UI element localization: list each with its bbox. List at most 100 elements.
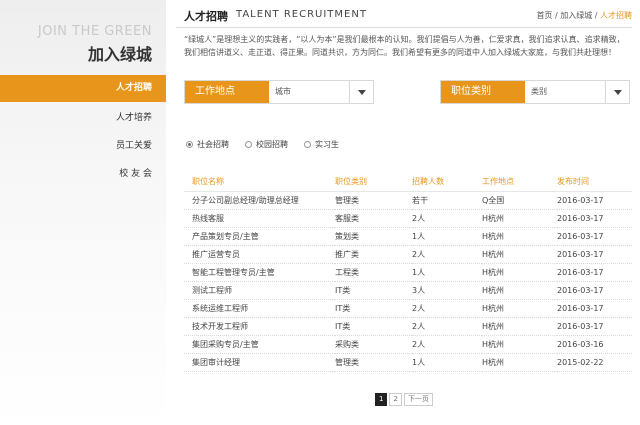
date-cell: 2016-03-17 [557, 299, 632, 318]
radio-label: 社会招聘 [197, 140, 229, 149]
job-category-cell: IT类 [335, 281, 412, 300]
location-cell: H杭州 [482, 227, 557, 246]
radio-intern[interactable]: 实习生 [304, 139, 339, 150]
brand-english: JOIN THE GREEN [37, 24, 152, 39]
table-row[interactable]: 智能工程管理专员/主管 工程类 1人 H杭州 2016-03-17 [184, 263, 632, 282]
sidebar-item-alumni[interactable]: 校 友 会 [0, 160, 166, 188]
job-category-cell: IT类 [335, 299, 412, 318]
radio-dot-checked[interactable] [186, 141, 193, 148]
job-title-cell[interactable]: 分子公司副总经理/助理总经理 [184, 191, 335, 210]
breadcrumb-current: 人才招聘 [600, 11, 632, 20]
date-cell: 2016-03-17 [557, 281, 632, 300]
job-title-cell[interactable]: 集团采购专员/主管 [184, 335, 335, 354]
location-dropdown-button[interactable] [349, 81, 373, 103]
date-cell: 2016-03-17 [557, 317, 632, 336]
job-category-cell: 推广类 [335, 245, 412, 264]
date-cell: 2016-03-16 [557, 335, 632, 354]
radio-campus[interactable]: 校园招聘 [245, 139, 288, 150]
job-title-cell[interactable]: 推广运营专员 [184, 245, 335, 264]
radio-label: 校园招聘 [256, 140, 288, 149]
category-dropdown-button[interactable] [605, 81, 629, 103]
job-title-cell[interactable]: 热线客服 [184, 209, 335, 228]
table-row[interactable]: 集团采购专员/主管 采购类 2人 H杭州 2016-03-16 [184, 335, 632, 354]
headcount-cell: 2人 [412, 299, 482, 318]
job-title-cell[interactable]: 产品策划专员/主管 [184, 227, 335, 246]
job-category-cell: 管理类 [335, 191, 412, 210]
page-header: 人才招聘 TALENT RECRUITMENT 首页 / 加入绿城 / 人才招聘 [184, 6, 632, 26]
job-title-cell[interactable]: 系统运维工程师 [184, 299, 335, 318]
location-filter[interactable]: 工作地点 城市 [184, 80, 374, 104]
sidebar: JOIN THE GREEN 加入绿城 人才招聘 人才培养 员工关爱 校 友 会 [0, 0, 166, 425]
intro-text: “绿城人”是理想主义的实践者，“以人为本”是我们最根本的认知。我们提倡与人为善，… [184, 35, 625, 57]
table-header-row: 职位名称 职位类别 招聘人数 工作地点 发布时间 [184, 172, 632, 192]
location-filter-label: 工作地点 [185, 81, 269, 103]
column-header: 招聘人数 [412, 172, 482, 192]
job-title-cell[interactable]: 集团审计经理 [184, 353, 335, 372]
radio-label: 实习生 [315, 140, 339, 149]
column-header: 发布时间 [557, 172, 632, 192]
headcount-cell: 2人 [412, 317, 482, 336]
date-cell: 2016-03-17 [557, 245, 632, 264]
radio-social[interactable]: 社会招聘 [186, 139, 229, 150]
job-title-cell[interactable]: 技术开发工程师 [184, 317, 335, 336]
location-cell: H杭州 [482, 353, 557, 372]
sidebar-item-employee-care[interactable]: 员工关爱 [0, 132, 166, 160]
job-category-cell: 管理类 [335, 353, 412, 372]
page-subtitle: TALENT RECRUITMENT [236, 9, 367, 20]
recruitment-type-radios: 社会招聘 校园招聘 实习生 [186, 139, 355, 150]
breadcrumb: 首页 / 加入绿城 / 人才招聘 [536, 11, 632, 20]
breadcrumb-join[interactable]: 加入绿城 [560, 11, 592, 20]
date-cell: 2015-02-22 [557, 353, 632, 372]
headcount-cell: 2人 [412, 209, 482, 228]
radio-dot[interactable] [304, 141, 311, 148]
headcount-cell: 若干 [412, 191, 482, 210]
category-filter[interactable]: 职位类别 类别 [440, 80, 630, 104]
job-category-cell: 采购类 [335, 335, 412, 354]
column-header: 职位名称 [184, 172, 335, 192]
location-cell: Q全国 [482, 191, 557, 210]
page-title: 人才招聘 [184, 10, 228, 23]
table-row[interactable]: 分子公司副总经理/助理总经理 管理类 若干 Q全国 2016-03-17 [184, 191, 632, 210]
job-title-cell[interactable]: 测试工程师 [184, 281, 335, 300]
chevron-down-icon [613, 89, 622, 95]
headcount-cell: 1人 [412, 353, 482, 372]
headcount-cell: 1人 [412, 263, 482, 282]
table-row[interactable]: 测试工程师 IT类 3人 H杭州 2016-03-17 [184, 281, 632, 300]
table-row[interactable]: 系统运维工程师 IT类 2人 H杭州 2016-03-17 [184, 299, 632, 318]
job-title-cell[interactable]: 智能工程管理专员/主管 [184, 263, 335, 282]
header-divider [176, 27, 632, 28]
headcount-cell: 1人 [412, 227, 482, 246]
category-select-value[interactable]: 类别 [531, 81, 547, 103]
location-cell: H杭州 [482, 263, 557, 282]
column-header: 工作地点 [482, 172, 557, 192]
job-table: 职位名称 职位类别 招聘人数 工作地点 发布时间 分子公司副总经理/助理总经理管… [184, 172, 632, 372]
date-cell: 2016-03-17 [557, 227, 632, 246]
job-category-cell: 策划类 [335, 227, 412, 246]
table-row[interactable]: 推广运营专员 推广类 2人 H杭州 2016-03-17 [184, 245, 632, 264]
sidebar-item-training[interactable]: 人才培养 [0, 104, 166, 132]
page-1-button[interactable]: 1 [375, 393, 388, 406]
next-page-button[interactable]: 下一页 [403, 393, 433, 406]
date-cell: 2016-03-17 [557, 191, 632, 210]
pagination: 1 2 下一页 [375, 393, 435, 406]
radio-dot[interactable] [245, 141, 252, 148]
location-cell: H杭州 [482, 209, 557, 228]
table-row[interactable]: 热线客服 客服类 2人 H杭州 2016-03-17 [184, 209, 632, 228]
location-cell: H杭州 [482, 335, 557, 354]
chevron-down-icon [357, 89, 366, 95]
sidebar-item-recruitment[interactable]: 人才招聘 [0, 75, 166, 102]
breadcrumb-home[interactable]: 首页 [536, 11, 552, 20]
table-row[interactable]: 集团审计经理 管理类 1人 H杭州 2015-02-22 [184, 353, 632, 372]
location-cell: H杭州 [482, 281, 557, 300]
category-filter-label: 职位类别 [441, 81, 525, 103]
table-row[interactable]: 产品策划专员/主管 策划类 1人 H杭州 2016-03-17 [184, 227, 632, 246]
page-2-button[interactable]: 2 [389, 393, 402, 406]
table-row[interactable]: 技术开发工程师 IT类 2人 H杭州 2016-03-17 [184, 317, 632, 336]
headcount-cell: 2人 [412, 335, 482, 354]
job-category-cell: IT类 [335, 317, 412, 336]
location-cell: H杭州 [482, 317, 557, 336]
location-cell: H杭州 [482, 245, 557, 264]
location-select-value[interactable]: 城市 [275, 81, 291, 103]
column-header: 职位类别 [335, 172, 412, 192]
job-category-cell: 客服类 [335, 209, 412, 228]
